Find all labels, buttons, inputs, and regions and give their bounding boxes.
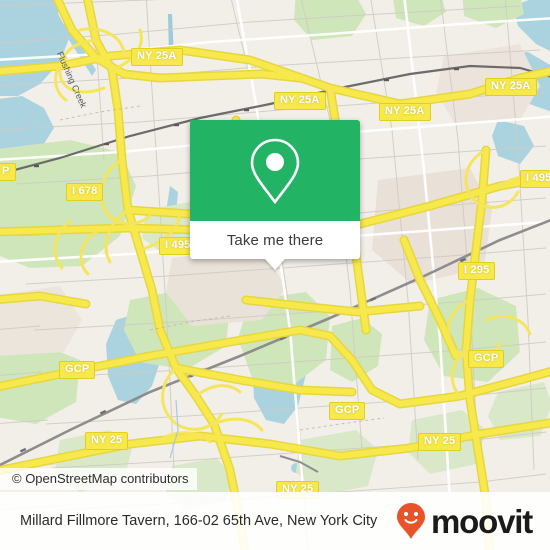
road-shield: NY 25A [485,78,537,96]
road-shield: GCP [468,350,505,368]
road-shield: GCP [59,361,96,379]
moovit-wordmark: moovit [431,502,533,540]
moovit-map-screenshot: Flushing Creek NY 25A NY 25A NY 25A NY 25A P… [0,0,550,550]
road-shield: NY 25 [85,432,129,450]
popup-pointer-tail [264,258,286,270]
road-shield: NY 25A [131,48,183,66]
road-shield: NY 25A [379,103,431,121]
road-shield: P [0,163,16,181]
take-me-there-button[interactable]: Take me there [190,221,360,270]
osm-attribution[interactable]: © OpenStreetMap contributors [0,468,197,490]
popup-image-area [190,120,360,221]
road-shield: I 495 [520,170,550,188]
footer-bar: Millard Fillmore Tavern, 166-02 65th Ave… [0,492,550,550]
moovit-brand[interactable]: moovit [396,502,538,540]
moovit-smiling-pin-icon [397,503,426,539]
road-shield: I 295 [458,262,496,280]
location-popup-card[interactable]: Take me there [190,120,360,270]
road-shield: GCP [329,402,366,420]
road-shield: NY 25 [418,433,462,451]
road-shield: NY 25A [274,92,326,110]
take-me-there-label: Take me there [226,231,324,249]
location-pin-icon [250,138,300,204]
road-shield: I 678 [66,183,104,201]
place-address-text: Millard Fillmore Tavern, 166-02 65th Ave… [20,513,378,529]
